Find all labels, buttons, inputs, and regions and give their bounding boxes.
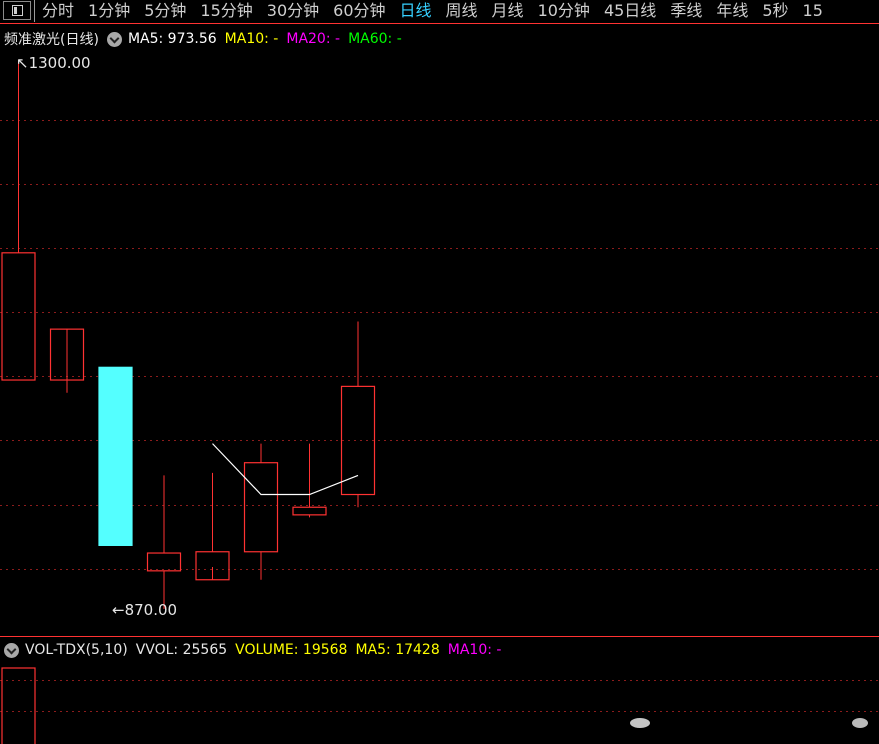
- candle-body: [340, 385, 376, 496]
- candlestick: [243, 443, 279, 580]
- candlestick: [98, 366, 133, 546]
- candle-body: [243, 462, 279, 553]
- candle-body: [1, 252, 36, 381]
- candlestick: [195, 472, 230, 581]
- candlestick: [1, 62, 36, 381]
- candlestick: [49, 328, 85, 393]
- candlestick: [146, 475, 182, 609]
- ma5-line: [212, 443, 359, 496]
- candle-body: [98, 366, 133, 546]
- watermark-mark: [852, 718, 868, 728]
- candlestick: [292, 443, 327, 518]
- watermark-mark: [630, 718, 650, 728]
- candle-body: [292, 506, 327, 516]
- volume-bar: [1, 667, 36, 744]
- min-price-label: ←870.00: [112, 601, 177, 619]
- kline-chart[interactable]: ↖1300.00 ←870.00: [0, 0, 879, 744]
- candle-body: [146, 552, 182, 572]
- max-price-label: ↖1300.00: [16, 54, 91, 72]
